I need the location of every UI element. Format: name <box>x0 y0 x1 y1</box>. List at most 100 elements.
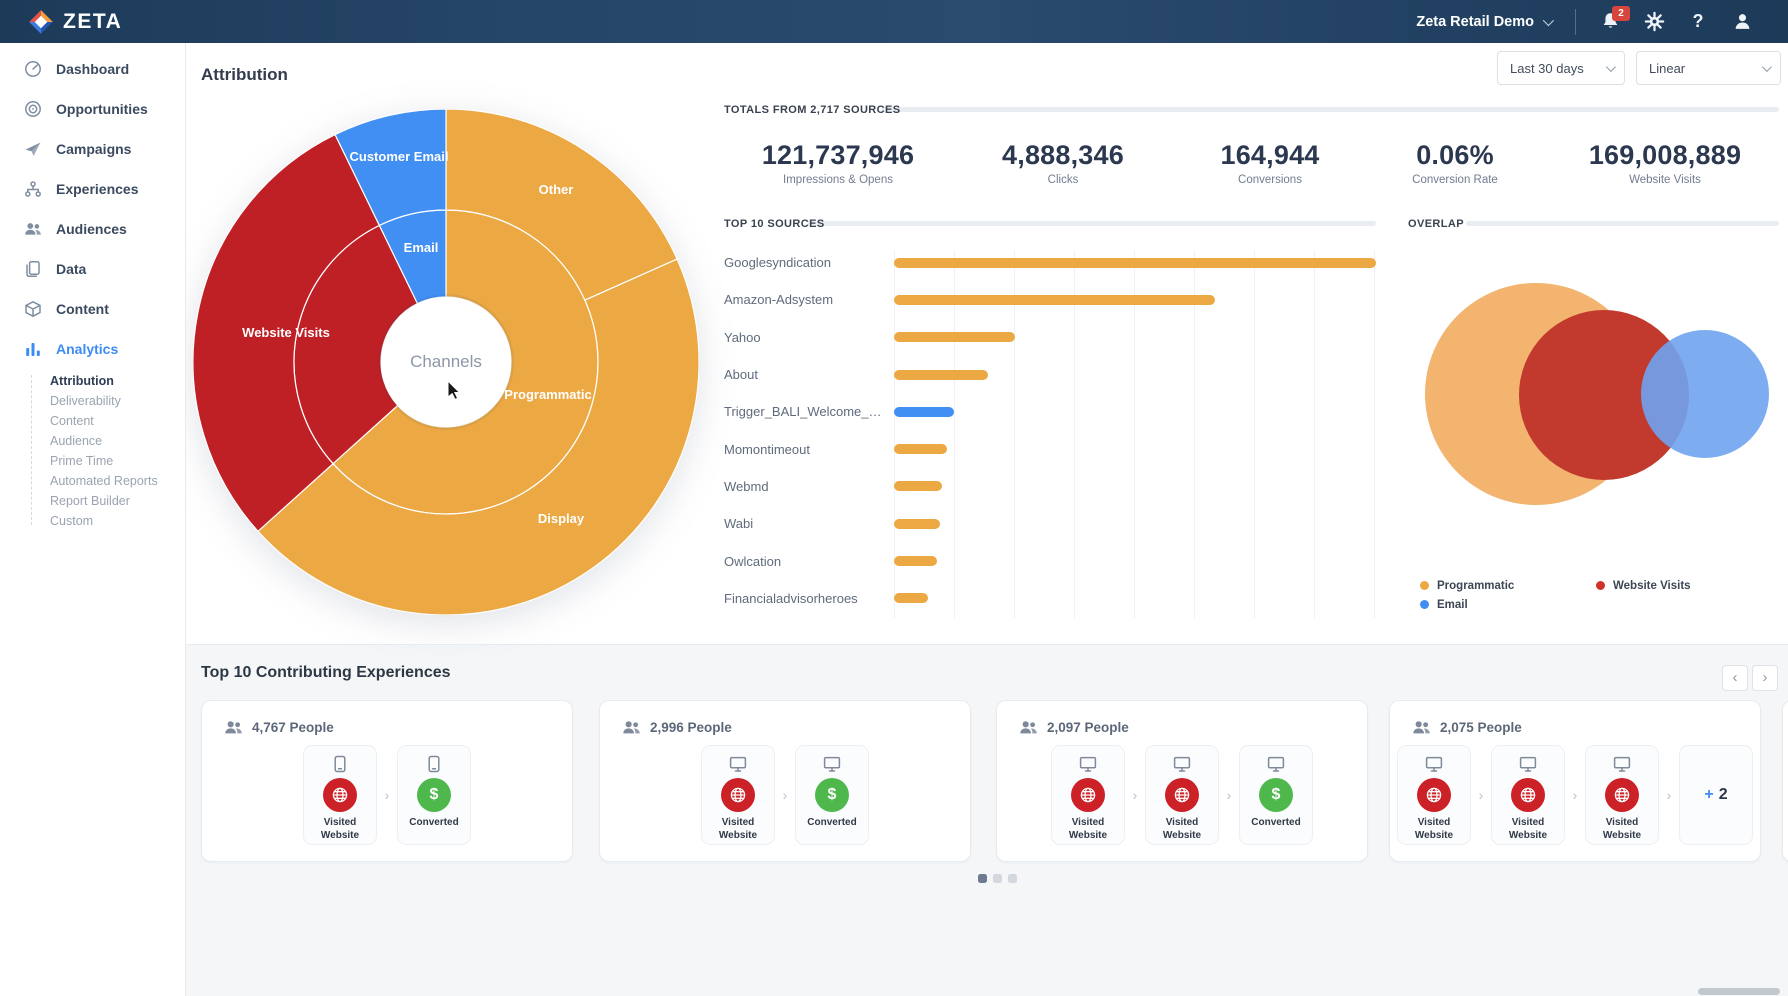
help-button[interactable]: ? <box>1676 0 1720 43</box>
user-menu-button[interactable] <box>1720 0 1764 43</box>
horizontal-scrollbar-thumb[interactable] <box>1698 988 1780 995</box>
sunburst-label: Website Visits <box>242 325 330 340</box>
source-row[interactable]: Wabi <box>724 505 1376 542</box>
sidebar-subitem-audience[interactable]: Audience <box>0 431 185 451</box>
sidebar-item-audiences[interactable]: Audiences <box>0 209 185 249</box>
legend-label: Email <box>1437 599 1468 611</box>
more-steps-tile[interactable]: +2 <box>1679 745 1753 845</box>
step-label: Converted <box>409 817 458 830</box>
source-bar <box>894 407 954 417</box>
monitor-icon <box>1613 755 1631 773</box>
sidebar-item-campaigns[interactable]: Campaigns <box>0 129 185 169</box>
account-switcher[interactable]: Zeta Retail Demo <box>1416 14 1569 30</box>
experience-step-visited-website: Visited Website <box>1051 745 1125 845</box>
legend-item-email: Email <box>1420 595 1596 614</box>
carousel-dot[interactable] <box>993 874 1002 883</box>
venn-circle-email[interactable] <box>1641 330 1769 458</box>
chevron-left-icon: ‹ <box>1733 669 1738 686</box>
people-icon <box>224 718 243 737</box>
source-label: Googlesyndication <box>724 255 884 270</box>
source-label: Wabi <box>724 516 884 531</box>
sidebar-subitem-custom[interactable]: Custom <box>0 511 185 531</box>
stat-label: Conversion Rate <box>1345 174 1565 186</box>
sunburst-label: Email <box>404 240 439 255</box>
source-row[interactable]: Trigger_BALI_Welcome_T... <box>724 393 1376 430</box>
source-label: Yahoo <box>724 330 884 345</box>
experience-step-visited-website: Visited Website <box>1145 745 1219 845</box>
cube-icon <box>24 300 42 318</box>
overlap-heading: OVERLAP <box>1408 218 1464 230</box>
sidebar-item-analytics[interactable]: Analytics <box>0 329 185 369</box>
experience-card-header: 2,996 People <box>622 718 732 737</box>
sidebar-item-label: Analytics <box>56 341 118 357</box>
legend-item-website-visits: Website Visits <box>1596 576 1691 595</box>
experience-step-visited-website: Visited Website <box>303 745 377 845</box>
step-label: Visited Website <box>1052 817 1124 842</box>
stat-value: 4,888,346 <box>953 140 1173 171</box>
sidebar-subitem-deliverability[interactable]: Deliverability <box>0 391 185 411</box>
experience-card[interactable]: 2,097 PeopleVisited Website›Visited Webs… <box>996 700 1368 862</box>
experiences-heading: Top 10 Contributing Experiences <box>201 664 451 682</box>
converted-dollar-icon: $ <box>1259 778 1293 812</box>
sidebar-subitem-automated-reports[interactable]: Automated Reports <box>0 471 185 491</box>
source-row[interactable]: Momontimeout <box>724 430 1376 467</box>
sunburst-label: Display <box>538 511 585 526</box>
experience-card[interactable]: 4,767 People Visited Website›$Converted <box>201 700 573 862</box>
user-icon <box>1732 11 1753 32</box>
totals-rule <box>882 107 1779 112</box>
experience-step-converted: $Converted <box>795 745 869 845</box>
monitor-icon <box>1519 755 1537 773</box>
plus-icon: + <box>1704 786 1713 804</box>
source-label: Momontimeout <box>724 442 884 457</box>
notifications-button[interactable]: 2 <box>1588 0 1632 43</box>
sidebar-subitem-report-builder[interactable]: Report Builder <box>0 491 185 511</box>
experience-card[interactable]: 2,996 PeopleVisited Website›$Converted <box>599 700 971 862</box>
experience-card[interactable]: 2,075 PeopleVisited Website›Visited Webs… <box>1389 700 1761 862</box>
sidebar-subitem-attribution[interactable]: Attribution <box>0 371 185 391</box>
totals-heading: TOTALS FROM 2,717 SOURCES <box>724 104 900 116</box>
attribution-model-select[interactable]: Linear <box>1636 51 1781 85</box>
date-range-select[interactable]: Last 30 days <box>1497 51 1625 85</box>
source-row[interactable]: About <box>724 356 1376 393</box>
experience-card-partial[interactable] <box>1782 700 1788 862</box>
sunburst-label: Customer Email <box>350 149 449 164</box>
sidebar-item-label: Experiences <box>56 181 139 197</box>
legend-dot <box>1420 581 1429 590</box>
sidebar-item-opportunities[interactable]: Opportunities <box>0 89 185 129</box>
carousel-prev-button[interactable]: ‹ <box>1722 665 1748 691</box>
source-row[interactable]: Amazon-Adsystem <box>724 281 1376 318</box>
overlap-venn-chart[interactable] <box>1408 248 1780 560</box>
sidebar-item-content[interactable]: Content <box>0 289 185 329</box>
source-row[interactable]: Webmd <box>724 468 1376 505</box>
step-chevron-icon: › <box>377 745 397 845</box>
experience-card-header: 4,767 People <box>224 718 334 737</box>
source-row[interactable]: Yahoo <box>724 319 1376 356</box>
channels-sunburst-chart[interactable]: Customer EmailOtherEmailWebsite VisitsPr… <box>193 109 699 615</box>
sidebar-item-dashboard[interactable]: Dashboard <box>0 49 185 89</box>
sidebar-subitem-prime-time[interactable]: Prime Time <box>0 451 185 471</box>
carousel-next-button[interactable]: › <box>1752 665 1778 691</box>
attribution-model-value: Linear <box>1649 61 1685 76</box>
carousel-dot[interactable] <box>1008 874 1017 883</box>
top-nav: ZETA Zeta Retail Demo 2 <box>0 0 1788 43</box>
sidebar-item-label: Campaigns <box>56 141 131 157</box>
monitor-icon <box>1079 755 1097 773</box>
settings-button[interactable] <box>1632 0 1676 43</box>
sidebar-item-label: Data <box>56 261 86 277</box>
zeta-logo[interactable]: ZETA <box>28 9 122 35</box>
visited-website-icon <box>721 778 755 812</box>
source-bar <box>894 556 937 566</box>
experience-steps: Visited Website›Visited Website›Visited … <box>1390 745 1760 845</box>
sunburst-center-label: Channels <box>410 352 482 371</box>
experience-step-converted: $Converted <box>397 745 471 845</box>
visited-website-icon <box>1511 778 1545 812</box>
sidebar-item-experiences[interactable]: Experiences <box>0 169 185 209</box>
source-row[interactable]: Financialadvisorheroes <box>724 580 1376 617</box>
source-row[interactable]: Googlesyndication <box>724 244 1376 281</box>
carousel-dot[interactable] <box>978 874 987 883</box>
stat-clicks: 4,888,346Clicks <box>953 140 1173 186</box>
source-label: About <box>724 367 884 382</box>
source-row[interactable]: Owlcation <box>724 542 1376 579</box>
sidebar-subitem-content[interactable]: Content <box>0 411 185 431</box>
sidebar-item-data[interactable]: Data <box>0 249 185 289</box>
